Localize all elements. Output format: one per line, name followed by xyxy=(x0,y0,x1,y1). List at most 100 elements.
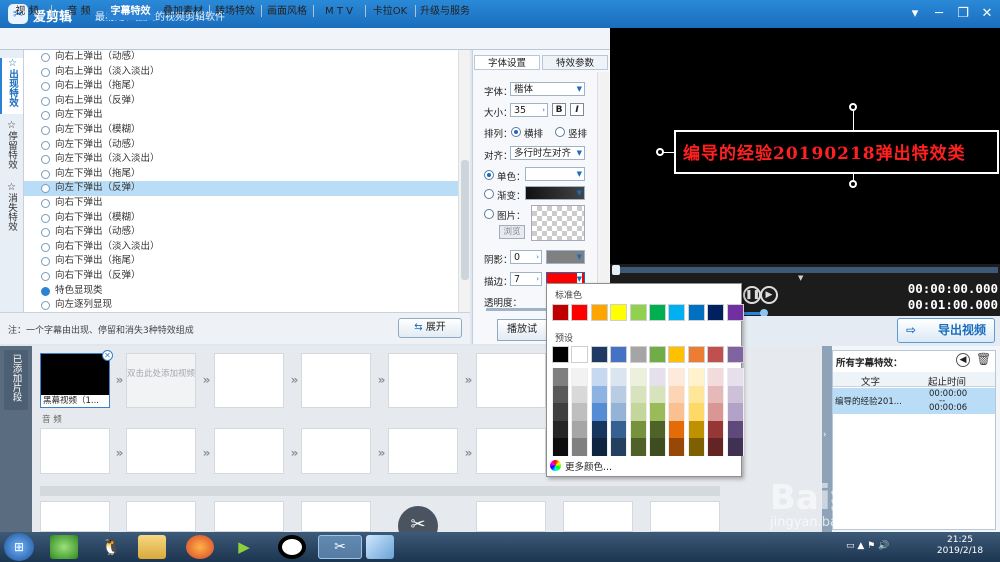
browse-button[interactable]: 浏览 xyxy=(499,225,525,239)
preset-shade-swatch[interactable] xyxy=(629,385,647,403)
size-input[interactable]: 35 › xyxy=(510,103,548,117)
standard-color-swatch[interactable] xyxy=(629,304,647,321)
font-select[interactable]: 楷体 ▼ xyxy=(510,82,585,96)
preset-shade-swatch[interactable] xyxy=(571,438,589,456)
preset-shade-swatch[interactable] xyxy=(629,420,647,438)
preset-shade-swatch[interactable] xyxy=(590,438,608,456)
preset-shade-swatch[interactable] xyxy=(552,438,569,456)
category-header[interactable]: 特色显现类 xyxy=(24,284,458,299)
preset-shade-swatch[interactable] xyxy=(707,385,725,403)
preset-shade-swatch[interactable] xyxy=(610,438,628,456)
preset-shade-swatch[interactable] xyxy=(571,420,589,438)
standard-color-swatch[interactable] xyxy=(707,304,725,321)
preset-shade-swatch[interactable] xyxy=(610,368,628,386)
empty-slot[interactable] xyxy=(388,353,458,408)
list-item[interactable]: 向左下弹出（模糊） xyxy=(24,123,458,138)
preset-color-swatch[interactable] xyxy=(707,346,725,363)
preset-color-swatch[interactable] xyxy=(552,346,569,363)
taskbar-app-icon[interactable] xyxy=(50,535,78,559)
preset-shade-swatch[interactable] xyxy=(707,420,725,438)
tab-overlay[interactable]: 叠加素材 xyxy=(159,3,207,20)
aijianji-taskbar-icon[interactable]: ✂ xyxy=(318,535,362,559)
audio-slot[interactable] xyxy=(40,428,110,474)
preset-color-swatch[interactable] xyxy=(726,346,744,363)
layout-vertical-radio[interactable] xyxy=(555,127,565,137)
tray-icons[interactable]: ▭ ▲ ⚑ 🔊 xyxy=(846,541,889,551)
shadow-input[interactable]: 0 › xyxy=(510,250,542,264)
chevron-down-icon[interactable]: ▼ xyxy=(798,274,803,282)
side-tab-disappear[interactable]: ☆ 消失特效 xyxy=(0,182,23,238)
preset-shade-swatch[interactable] xyxy=(571,368,589,386)
side-tab-appear[interactable]: ☆ 出现特效 xyxy=(0,58,23,114)
track-slot[interactable] xyxy=(126,501,196,532)
standard-color-swatch[interactable] xyxy=(649,304,666,321)
preset-shade-swatch[interactable] xyxy=(687,368,705,386)
qq-icon[interactable]: 🐧 xyxy=(97,535,125,559)
resize-handle[interactable] xyxy=(849,180,857,188)
preset-shade-swatch[interactable] xyxy=(590,403,608,421)
list-item[interactable]: 向左下弹出（拖尾） xyxy=(24,167,458,182)
expand-button[interactable]: ⇆ 展开 xyxy=(398,318,462,338)
shadow-color-picker[interactable]: ▼ xyxy=(546,250,585,264)
list-item[interactable]: 向右上弹出（拖尾） xyxy=(24,79,458,94)
effects-scrollbar[interactable] xyxy=(458,50,470,312)
preset-shade-swatch[interactable] xyxy=(668,438,686,456)
track-slot[interactable] xyxy=(563,501,633,532)
preset-shade-swatch[interactable] xyxy=(629,438,647,456)
preset-shade-swatch[interactable] xyxy=(590,420,608,438)
image-radio[interactable] xyxy=(484,209,494,219)
close-button[interactable]: ✕ xyxy=(976,5,998,23)
play-preview-button[interactable]: 播放试 xyxy=(497,319,547,341)
tab-video[interactable]: 视 频 xyxy=(6,3,48,20)
standard-color-swatch[interactable] xyxy=(726,304,744,321)
layout-horizontal-radio[interactable] xyxy=(511,127,521,137)
preset-shade-swatch[interactable] xyxy=(552,385,569,403)
standard-color-swatch[interactable] xyxy=(668,304,686,321)
track-slot[interactable] xyxy=(476,501,546,532)
preset-shade-swatch[interactable] xyxy=(590,385,608,403)
preset-shade-swatch[interactable] xyxy=(629,368,647,386)
bold-button[interactable]: B xyxy=(552,103,566,116)
preset-shade-swatch[interactable] xyxy=(629,403,647,421)
tab-karaoke[interactable]: 卡拉OK xyxy=(367,3,413,20)
preset-color-swatch[interactable] xyxy=(610,346,628,363)
preset-shade-swatch[interactable] xyxy=(649,403,666,421)
caption-text[interactable]: 编导的经验20190218弹出特效类 xyxy=(683,139,966,164)
tab-effect-params[interactable]: 特效参数 xyxy=(542,55,608,70)
preset-shade-swatch[interactable] xyxy=(726,420,744,438)
pause-button[interactable]: ❚❚ xyxy=(743,286,761,304)
maximize-button[interactable]: ❐ xyxy=(952,5,974,23)
tab-style[interactable]: 画面风格 xyxy=(263,3,311,20)
skin-icon[interactable]: ▾ xyxy=(904,5,926,23)
record-icon[interactable] xyxy=(278,535,306,559)
more-colors-link[interactable]: 更多颜色... xyxy=(565,459,612,473)
list-item[interactable]: 向右上弹出（动感） xyxy=(24,50,458,65)
standard-color-swatch[interactable] xyxy=(687,304,705,321)
track-slot[interactable] xyxy=(301,501,371,532)
preset-color-swatch[interactable] xyxy=(590,346,608,363)
preset-shade-swatch[interactable] xyxy=(668,403,686,421)
remove-clip-icon[interactable]: ✕ xyxy=(102,350,113,361)
empty-slot[interactable] xyxy=(301,353,371,408)
standard-color-swatch[interactable] xyxy=(571,304,589,321)
preset-shade-swatch[interactable] xyxy=(726,438,744,456)
preset-color-swatch[interactable] xyxy=(629,346,647,363)
empty-slot[interactable] xyxy=(476,353,546,408)
track-slot[interactable] xyxy=(40,501,110,532)
subtitle-row[interactable]: 编导的经验201... 00:00:00 -- 00:00:06 xyxy=(833,388,995,414)
standard-color-swatch[interactable] xyxy=(552,304,569,321)
solid-color-picker[interactable]: ▼ xyxy=(525,167,585,181)
notepad-icon[interactable] xyxy=(366,535,394,559)
align-select[interactable]: 多行时左对齐 ▼ xyxy=(510,146,585,160)
preset-shade-swatch[interactable] xyxy=(726,385,744,403)
track-slot[interactable] xyxy=(214,501,284,532)
side-tab-stay[interactable]: ☆ 停留特效 xyxy=(0,120,23,176)
preset-shade-swatch[interactable] xyxy=(571,403,589,421)
preset-shade-swatch[interactable] xyxy=(707,438,725,456)
preset-shade-swatch[interactable] xyxy=(726,403,744,421)
preset-shade-swatch[interactable] xyxy=(590,368,608,386)
scrollbar-thumb[interactable] xyxy=(461,160,469,280)
trash-icon[interactable]: 🗑 xyxy=(976,352,991,366)
export-video-button[interactable]: ⇨ 导出视频 xyxy=(897,318,995,343)
preset-shade-swatch[interactable] xyxy=(552,420,569,438)
